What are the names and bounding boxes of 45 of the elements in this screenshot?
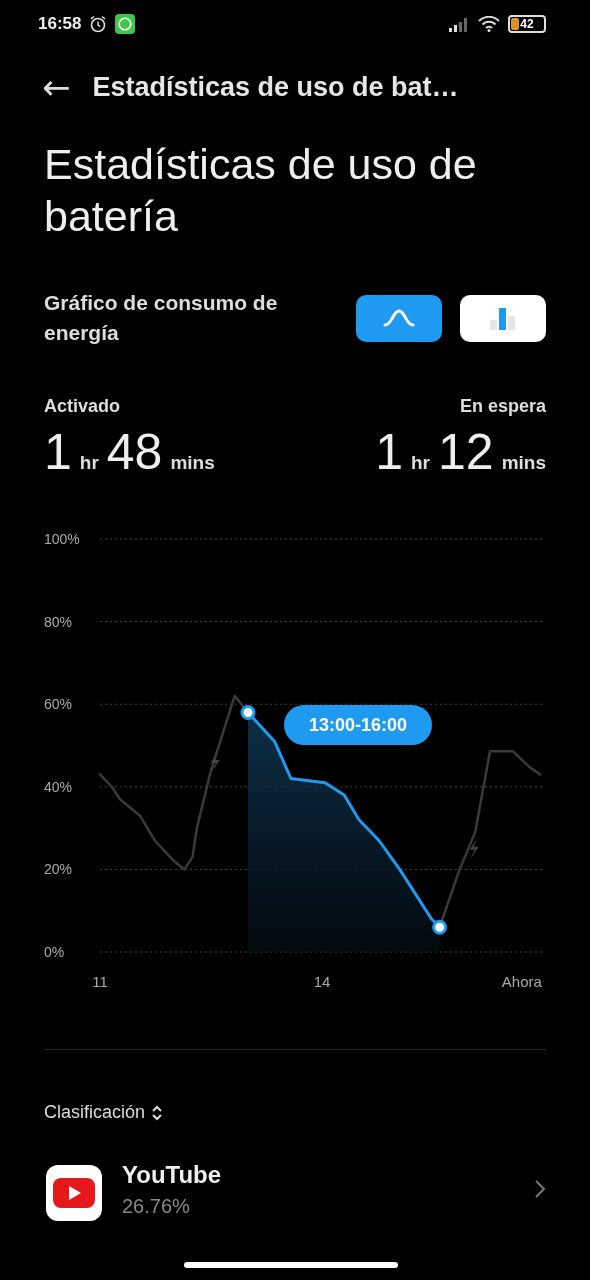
signal-icon: [448, 16, 470, 32]
stat-hours: 1: [44, 423, 72, 481]
battery-icon: 42: [508, 15, 546, 33]
axis-label: 60%: [44, 696, 73, 713]
section-title: Gráfico de consumo de energía: [44, 290, 279, 346]
range-tooltip: 13:00-16:00: [284, 705, 432, 745]
stat-unit: mins: [170, 452, 215, 474]
stat-label: En espera: [459, 396, 546, 417]
axis-label: 40%: [44, 778, 73, 795]
axis-label: 14: [313, 973, 331, 990]
chevron-icon: [534, 1179, 546, 1199]
bolt-icon: [210, 752, 220, 772]
line-chart-icon: [382, 308, 416, 328]
toolbar-title: Estadísticas de uso de bat…: [92, 71, 459, 103]
bar-chart-icon: [488, 306, 518, 330]
axis-label: 0%: [44, 944, 65, 960]
clock: 16:58: [38, 14, 82, 34]
axis-label: 11: [92, 973, 108, 990]
back-button[interactable]: ←: [42, 70, 71, 104]
stat-label: Activado: [44, 396, 122, 417]
sort-icon[interactable]: [151, 1104, 164, 1121]
stat-minutes: 12: [438, 423, 494, 481]
axis-label: Ahora: [501, 973, 542, 990]
app-name: YouTube: [122, 1160, 223, 1189]
page-title: Estadísticas de uso de batería: [43, 139, 478, 242]
axis-label: 100%: [44, 531, 80, 547]
stat-unit: hr: [79, 452, 99, 474]
alarm-icon: [89, 15, 108, 33]
range-handle[interactable]: [432, 919, 448, 935]
stat-unit: hr: [411, 452, 430, 474]
bar-chart-toggle[interactable]: [460, 294, 546, 342]
wifi-icon: [478, 16, 500, 32]
range-handle[interactable]: [240, 704, 256, 720]
stat-hours: 1: [375, 423, 403, 481]
app-row[interactable]: YouTube 26.76%: [0, 1157, 590, 1221]
play-icon: [46, 1165, 102, 1221]
sort-label[interactable]: Clasificación: [44, 1102, 146, 1123]
app-percent: 26.76%: [122, 1194, 191, 1218]
chat-icon: [115, 14, 136, 34]
axis-label: 80%: [44, 613, 73, 630]
stat-minutes: 48: [106, 423, 163, 481]
axis-label: 20%: [44, 861, 73, 878]
line-chart-toggle[interactable]: [356, 294, 442, 342]
stat-unit: mins: [501, 452, 546, 474]
bolt-icon: [469, 838, 479, 859]
